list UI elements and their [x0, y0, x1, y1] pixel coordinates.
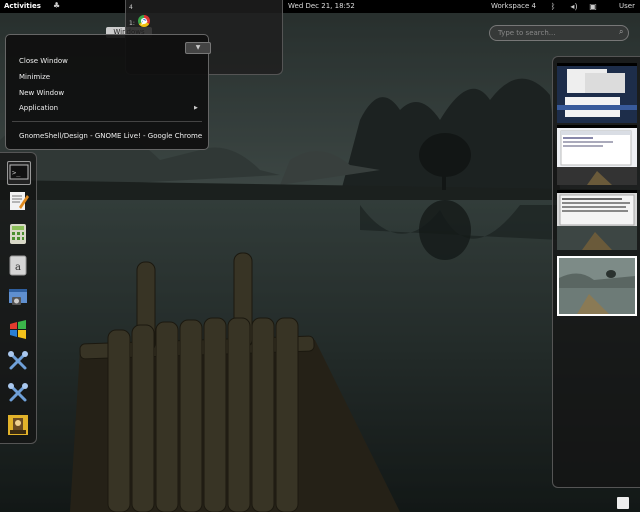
menu-separator	[12, 121, 202, 122]
terminal-icon[interactable]: >_	[7, 161, 31, 185]
game-icon[interactable]	[7, 414, 29, 436]
menu-item-window-title[interactable]: GnomeShell/Design - GNOME Live! - Google…	[19, 132, 202, 140]
calculator-icon[interactable]	[7, 223, 29, 245]
chevron-down-icon[interactable]: ▼	[185, 42, 211, 54]
dash: >_ a	[0, 152, 37, 444]
workspace-indicator[interactable]: Workspace 4	[491, 2, 536, 10]
workspace-thumbnail-3[interactable]	[557, 190, 637, 250]
user-menu[interactable]: User	[619, 2, 635, 10]
search-input[interactable]: Type to search...	[489, 25, 629, 41]
clock[interactable]: Wed Dec 21, 18:52	[288, 2, 355, 10]
workspace-thumbnail-1[interactable]	[557, 63, 637, 123]
mouse-cursor-icon: ➤	[140, 17, 149, 28]
bluetooth-icon[interactable]: ᛒ	[548, 1, 558, 12]
network-icon[interactable]: ▣	[588, 1, 598, 12]
tools-icon-2[interactable]	[7, 382, 29, 404]
menu-item-minimize[interactable]: Minimize	[19, 73, 50, 81]
workspace-switcher	[552, 56, 640, 488]
menu-item-application[interactable]: Application	[19, 104, 58, 112]
svg-text:a: a	[15, 262, 21, 273]
switcher-index-top: 4	[129, 4, 133, 11]
tools-icon[interactable]	[7, 350, 29, 372]
tray-notification-icon[interactable]	[617, 497, 629, 509]
gnome-foot-icon[interactable]: ♣	[53, 1, 63, 12]
screenshot-icon[interactable]	[7, 286, 29, 308]
workspace-thumbnail-2[interactable]	[557, 125, 637, 185]
activities-button[interactable]: Activities	[4, 2, 41, 10]
svg-text:>_: >_	[12, 169, 21, 177]
windows-app-icon[interactable]	[7, 318, 29, 340]
submenu-arrow-icon: ▶	[194, 105, 198, 111]
workspace-thumbnail-4[interactable]	[557, 256, 637, 316]
menu-item-close-window[interactable]: Close Window	[19, 57, 68, 65]
search-icon: ⌕	[619, 27, 624, 36]
text-editor-icon[interactable]	[7, 190, 29, 212]
menu-item-new-window[interactable]: New Window	[19, 89, 64, 97]
volume-icon[interactable]: ◂)	[569, 1, 579, 12]
switcher-index-active: 1:	[129, 20, 135, 27]
dictionary-icon[interactable]: a	[7, 254, 29, 276]
top-panel: Activities ♣ Wed Dec 21, 18:52 Workspace…	[0, 0, 640, 13]
window-context-menu: ▼ Close Window Minimize New Window Appli…	[5, 34, 211, 150]
